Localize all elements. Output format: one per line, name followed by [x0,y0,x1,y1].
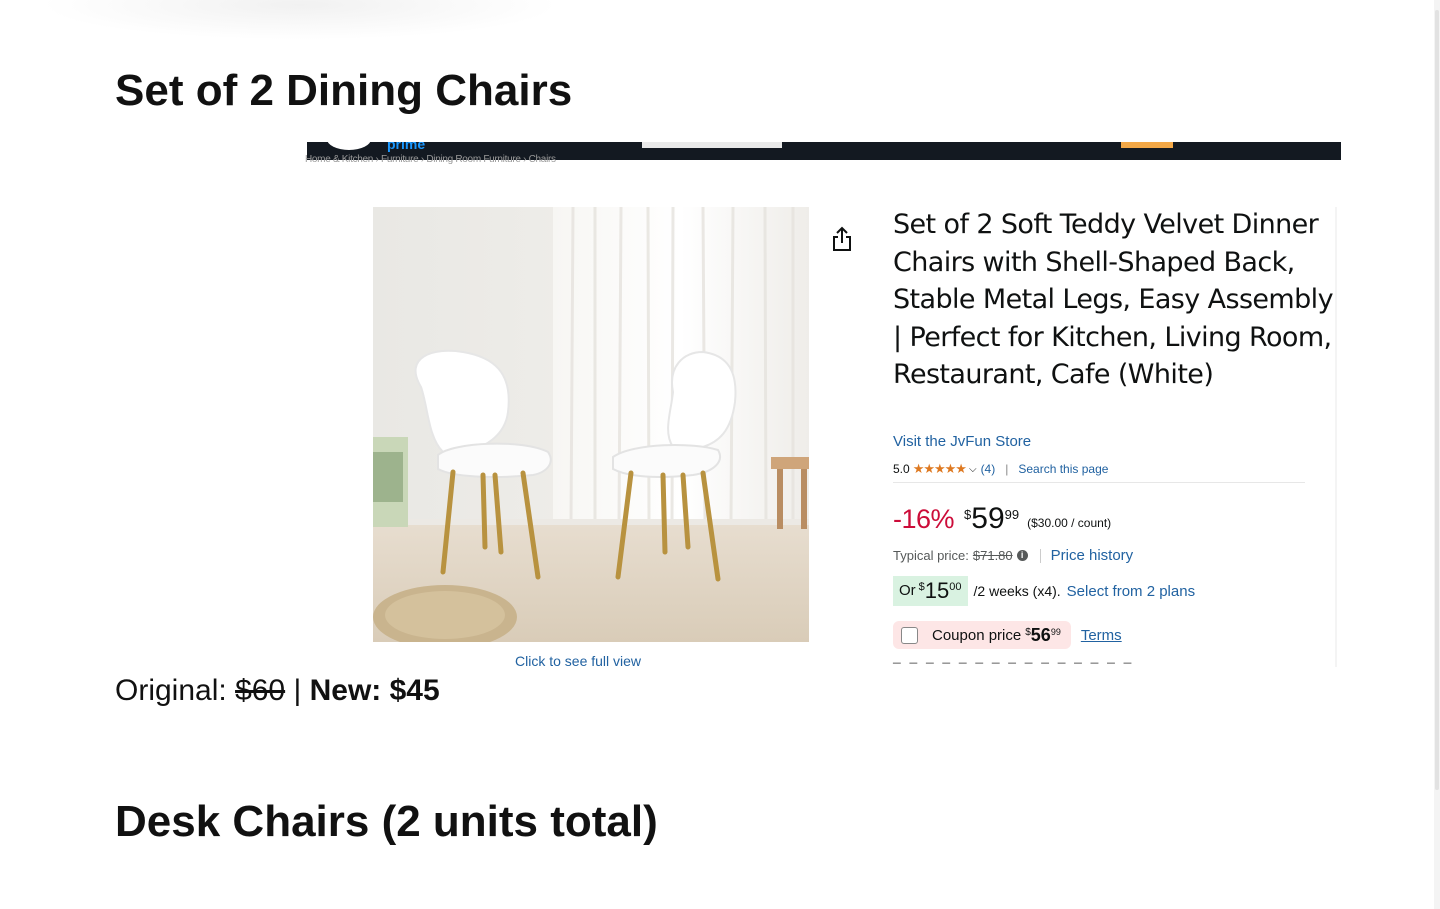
new-price: New: $45 [309,674,440,707]
product-image [373,207,809,642]
plan-or-label: Or [899,582,916,599]
price: $ 59 99 [964,504,1027,534]
prime-label: prime [387,142,426,152]
buybox-edge [1335,207,1337,667]
select-plans-link[interactable]: Select from 2 plans [1067,583,1195,600]
plan-whole: 15 [924,578,950,603]
divider [893,482,1305,483]
product-image-illustration [373,207,809,642]
coupon-row: Coupon price $ 56 99 Terms [893,621,1122,649]
coupon-label: Coupon price [932,626,1022,644]
product-screenshot: prime Home & Kitchen › Furniture › Dinin… [305,142,1345,669]
product-title-block: Set of 2 Soft Teddy Velvet Dinner Chairs… [893,206,1334,394]
section-title-desk-chairs: Desk Chairs (2 units total) [115,797,658,846]
price-row: -16% $ 59 99 ($30.00 / count) [893,504,1111,535]
payment-plan-row: Or $ 15 00 /2 weeks (x4). Select from 2 … [893,576,1195,606]
header-search-button [1121,142,1173,148]
price-separator: | [293,674,302,707]
unit-price: ($30.00 / count) [1027,516,1112,530]
coupon-box[interactable]: Coupon price $ 56 99 [893,621,1071,649]
top-shadow [40,0,560,40]
coupon-checkbox[interactable] [901,626,918,644]
rating-row: 5.0 ★★★★★ ⌵ (4) | Search this page [893,461,1108,477]
star-rating-icon[interactable]: ★★★★★ [913,461,967,477]
price-currency: $ [964,507,972,522]
price-note: Original: $60 | New: $45 [115,674,440,708]
discount-percent: -16% [893,504,955,534]
price-fraction: 99 [1004,507,1020,522]
plan-badge: Or $ 15 00 [893,576,968,606]
price-history-link[interactable]: Price history [1051,547,1134,564]
click-full-view-link[interactable]: Click to see full view [515,653,641,669]
store-link[interactable]: Visit the JvFun Store [893,433,1031,450]
plan-text: /2 weeks (x4). [973,583,1061,599]
share-icon[interactable] [830,226,854,254]
separator [1039,548,1041,563]
scrollbar[interactable] [1434,0,1440,909]
search-this-page-link[interactable]: Search this page [1018,462,1108,476]
typical-price-row: Typical price: $71.80 i Price history [893,547,1133,564]
scrollbar-thumb[interactable] [1435,10,1439,790]
coupon-price: $ 56 99 [1025,626,1061,644]
coupon-whole: 56 [1030,625,1051,645]
section-title-dining-chairs: Set of 2 Dining Chairs [115,66,573,115]
typical-price-label: Typical price: [893,548,969,563]
original-label: Original: [115,674,227,707]
plan-fraction: 00 [949,581,962,593]
header-search-bar [642,142,782,148]
amazon-logo [327,142,371,150]
product-title[interactable]: Set of 2 Soft Teddy Velvet Dinner Chairs… [893,206,1334,394]
breadcrumb: Home & Kitchen › Furniture › Dining Room… [305,154,556,165]
terms-link[interactable]: Terms [1081,627,1122,644]
typical-price-value: $71.80 [972,548,1013,563]
info-icon[interactable]: i [1016,550,1028,561]
price-whole: 59 [971,502,1005,535]
rating-divider: | [1005,462,1009,476]
rating-value: 5.0 [893,462,910,476]
chevron-down-icon[interactable]: ⌵ [969,464,977,475]
rating-count-link[interactable]: (4) [981,462,996,476]
original-price: $60 [235,674,286,707]
coupon-fraction: 99 [1050,627,1061,637]
cutoff-text: ▔ ▔ ▔ ▔ ▔ ▔ ▔ ▔ ▔ ▔ ▔ ▔ ▔ ▔ ▔ [893,664,1134,669]
